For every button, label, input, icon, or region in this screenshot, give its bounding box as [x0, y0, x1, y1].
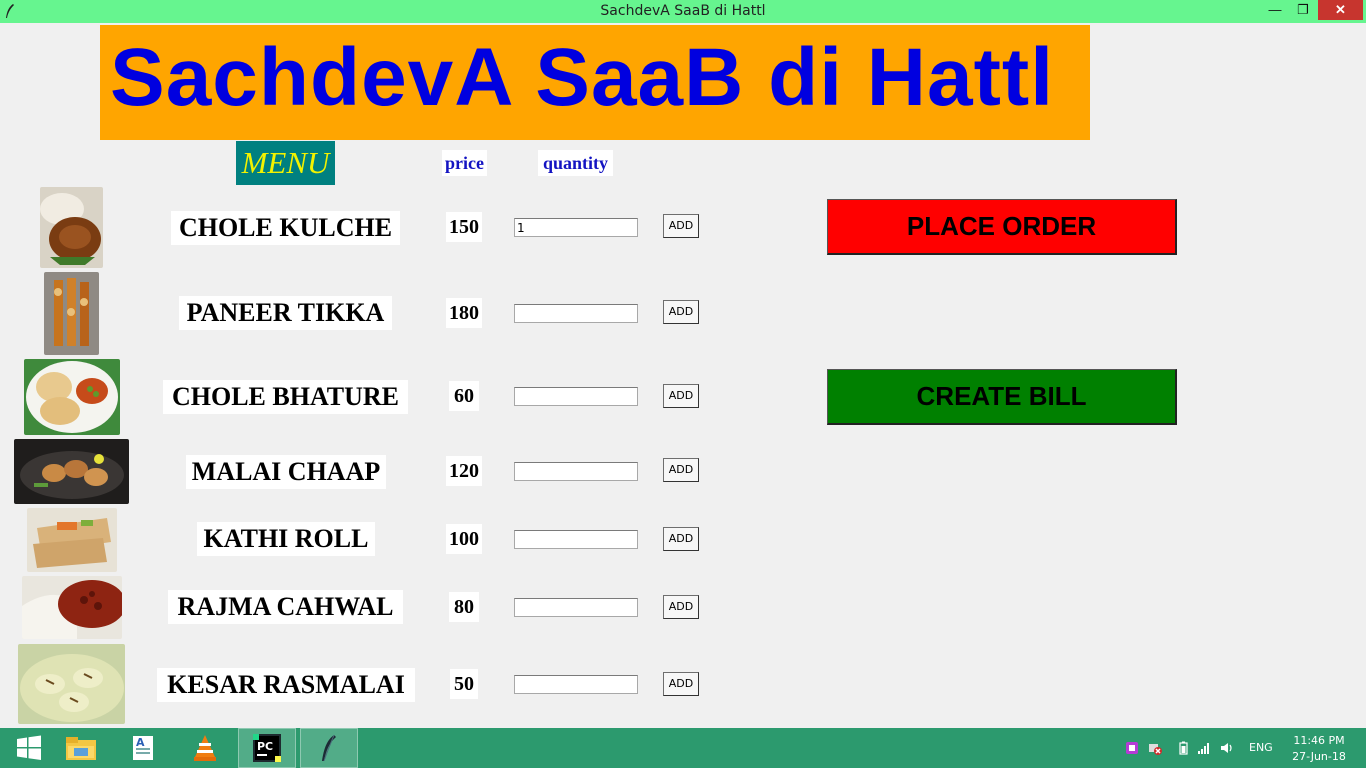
price-column-heading: price	[442, 150, 487, 176]
item-name-chole-kulche: CHOLE KULCHE	[171, 211, 400, 245]
quantity-input-kesar-rasmalai[interactable]	[514, 675, 638, 694]
minimize-button[interactable]: —	[1262, 0, 1288, 20]
item-price-chole-bhature: 60	[449, 381, 479, 411]
svg-text:A: A	[136, 736, 145, 749]
item-name-malai-chaap: MALAI CHAAP	[186, 455, 386, 489]
shop-name-heading: SachdevA SaaB di Hattl	[110, 32, 1055, 123]
menu-heading: MENU	[236, 141, 335, 185]
quantity-input-rajma-chawal[interactable]	[514, 598, 638, 617]
window-title: SachdevA SaaB di Hattl	[600, 3, 766, 19]
add-button-rajma-chawal[interactable]: ADD	[663, 595, 699, 619]
clock-time: 11:46 PM	[1293, 734, 1345, 747]
quantity-input-kathi-roll[interactable]	[514, 530, 638, 549]
windows-start-icon[interactable]	[0, 728, 58, 768]
input-language-indicator[interactable]: ENG	[1249, 741, 1273, 754]
item-name-rajma-chawal: RAJMA CAHWAL	[168, 590, 403, 624]
python-feather-icon[interactable]	[300, 728, 358, 768]
item-price-malai-chaap: 120	[446, 456, 482, 486]
item-name-kathi-roll: KATHI ROLL	[197, 522, 375, 556]
tray-app-icon[interactable]	[1125, 741, 1139, 755]
rajma-chawal-image	[22, 576, 122, 639]
item-name-paneer-tikka: PANEER TIKKA	[179, 296, 392, 330]
add-button-paneer-tikka[interactable]: ADD	[663, 300, 699, 324]
add-button-kesar-rasmalai[interactable]: ADD	[663, 672, 699, 696]
item-price-paneer-tikka: 180	[446, 298, 482, 328]
add-button-chole-bhature[interactable]: ADD	[663, 384, 699, 408]
add-button-malai-chaap[interactable]: ADD	[663, 458, 699, 482]
vlc-icon[interactable]	[176, 728, 234, 768]
maximize-button[interactable]: ❐	[1290, 0, 1316, 20]
taskbar-clock[interactable]: 11:46 PM 27-Jun-18	[1290, 733, 1348, 765]
add-button-chole-kulche[interactable]: ADD	[663, 214, 699, 238]
item-name-chole-bhature: CHOLE BHATURE	[163, 380, 408, 414]
create-bill-button[interactable]: CREATE BILL	[827, 369, 1177, 425]
quantity-input-chole-kulche[interactable]	[514, 218, 638, 237]
chole-kulche-image	[40, 187, 103, 268]
svg-text:PC: PC	[257, 740, 273, 753]
network-disconnected-icon[interactable]	[1148, 741, 1162, 755]
paneer-tikka-image	[44, 272, 99, 355]
malai-chaap-image	[14, 439, 129, 504]
volume-icon[interactable]	[1220, 741, 1234, 755]
pycharm-icon[interactable]: PC	[238, 728, 296, 768]
quantity-input-chole-bhature[interactable]	[514, 387, 638, 406]
place-order-button[interactable]: PLACE ORDER	[827, 199, 1177, 255]
item-price-kathi-roll: 100	[446, 524, 482, 554]
quantity-input-paneer-tikka[interactable]	[514, 304, 638, 323]
clock-date: 27-Jun-18	[1292, 750, 1346, 763]
item-price-chole-kulche: 150	[446, 212, 482, 242]
wordpad-icon[interactable]: A	[114, 728, 172, 768]
windows-taskbar: A PC ENG 11:46 PM 27-Jun-18	[0, 728, 1366, 768]
quantity-column-heading: quantity	[538, 150, 613, 176]
window-title-bar: SachdevA SaaB di Hattl — ❐ ✕	[0, 0, 1366, 23]
file-explorer-icon[interactable]	[52, 728, 110, 768]
battery-icon[interactable]	[1176, 741, 1190, 755]
item-price-kesar-rasmalai: 50	[450, 669, 478, 699]
kesar-rasmalai-image	[18, 644, 125, 724]
add-button-kathi-roll[interactable]: ADD	[663, 527, 699, 551]
item-price-rajma-chawal: 80	[449, 592, 479, 622]
shop-banner: SachdevA SaaB di Hattl	[100, 25, 1090, 140]
item-name-kesar-rasmalai: KESAR RASMALAI	[157, 668, 415, 702]
kathi-roll-image	[27, 508, 117, 572]
chole-bhature-image	[24, 359, 120, 435]
signal-strength-icon[interactable]	[1197, 741, 1211, 755]
quantity-input-malai-chaap[interactable]	[514, 462, 638, 481]
close-button[interactable]: ✕	[1318, 0, 1363, 20]
